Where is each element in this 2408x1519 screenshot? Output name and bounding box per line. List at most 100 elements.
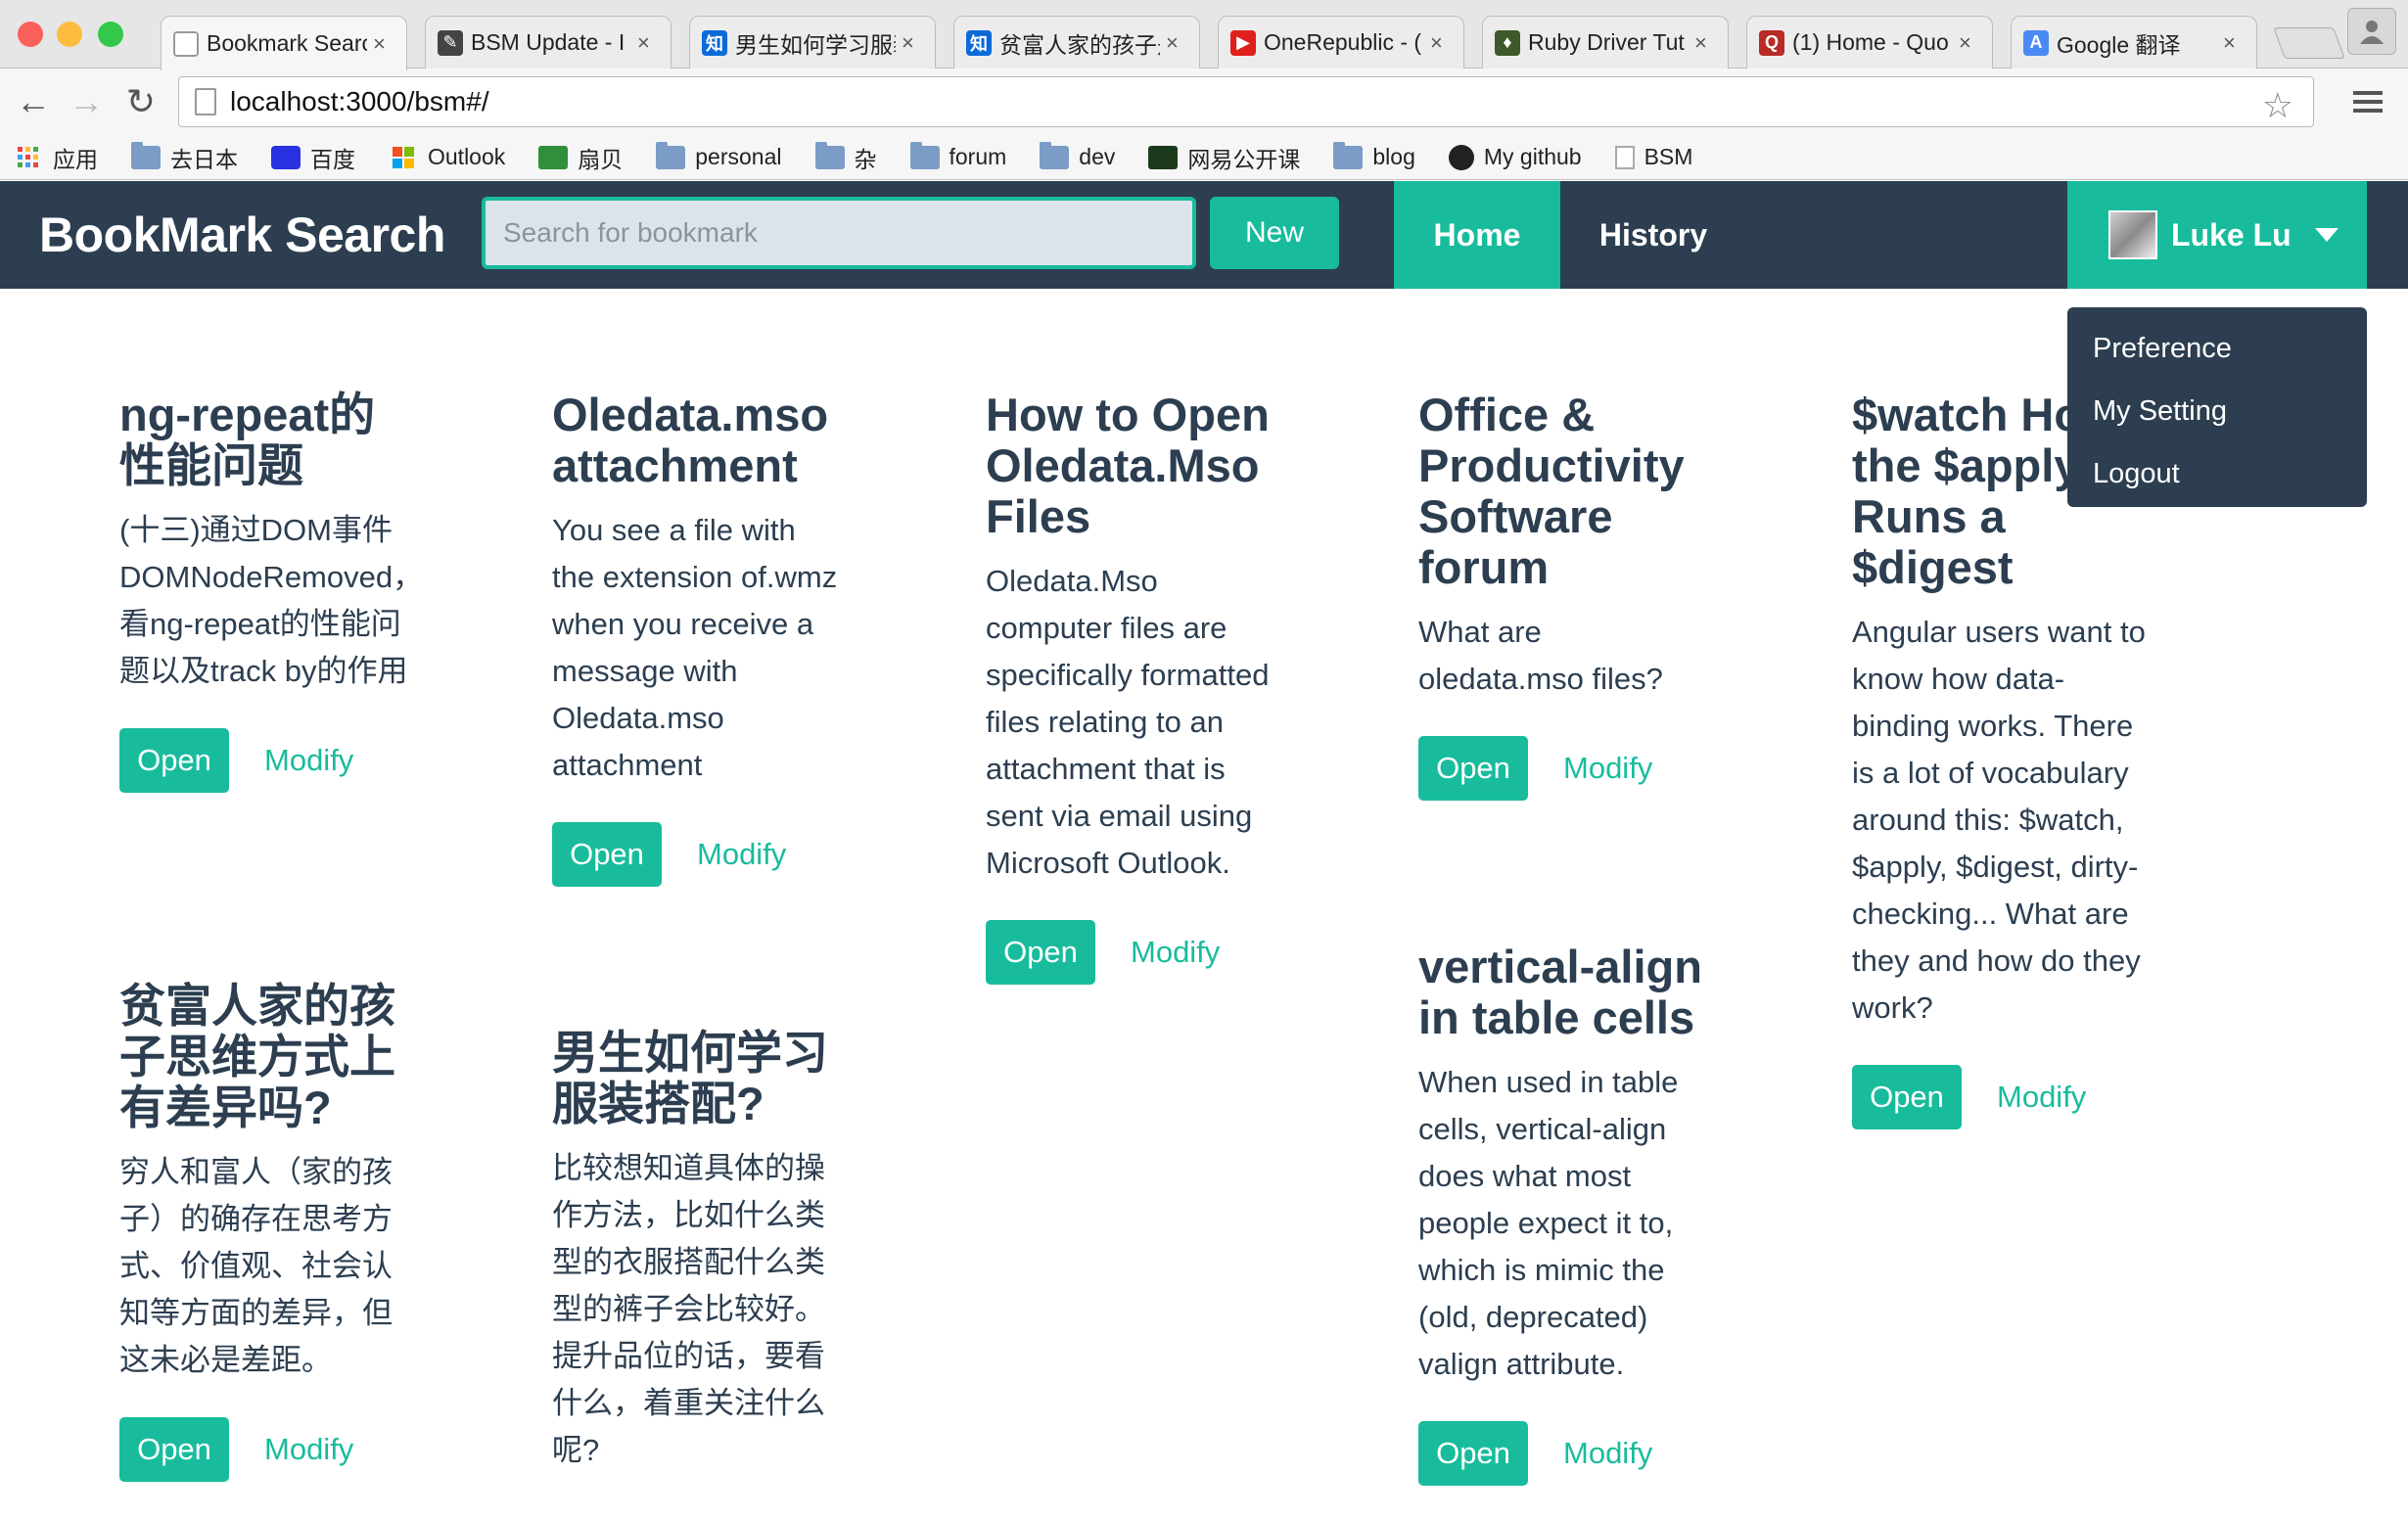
modify-link[interactable]: Modify [1563,1436,1652,1471]
menu-item-logout[interactable]: Logout [2067,442,2367,505]
nav-history[interactable]: History [1560,181,1746,289]
bookmark-outlook[interactable]: Outlook [389,144,505,170]
forward-arrow-icon[interactable]: → [67,81,106,121]
browser-tab-quora[interactable]: Q (1) Home - Quo × [1746,16,1993,69]
tab-close-icon[interactable]: × [902,30,923,56]
card-description: You see a file with the extension of.wmz… [552,513,838,782]
card-description: What are oledata.mso files? [1418,615,1663,696]
zhihu-icon: 知 [702,29,727,56]
bookmark-github[interactable]: My github [1448,144,1582,170]
bookmark-baidu[interactable]: 百度 [271,141,355,174]
modify-link[interactable]: Modify [1131,935,1220,970]
browser-menu-icon[interactable] [2353,86,2383,115]
open-button[interactable]: Open [119,1417,229,1482]
tab-title: Google 翻译 [2057,31,2181,58]
caret-down-icon [2314,228,2339,242]
youtube-icon: ▶ [1230,29,1256,56]
bookmark-netease[interactable]: 网易公开课 [1148,141,1300,174]
open-button[interactable]: Open [1418,736,1528,801]
browser-tab-youtube[interactable]: ▶ OneRepublic - ( × [1218,16,1464,69]
user-dropdown-menu: Preference My Setting Logout [2067,307,2367,507]
bookmark-card: How to Open Oledata.Mso Files Oledata.Ms… [986,390,1279,985]
tab-close-icon[interactable]: × [1430,30,1452,56]
card-title: ng-repeat的性能问题 [119,389,376,491]
new-tab-button[interactable] [2273,27,2345,59]
modify-link[interactable]: Modify [1997,1080,2086,1115]
open-button[interactable]: Open [552,822,662,887]
back-arrow-icon[interactable]: ← [14,81,53,121]
browser-tab-bsm-update[interactable]: ✎ BSM Update - I × [425,16,671,69]
bookmark-label: forum [949,144,1007,169]
bookmark-label: Outlook [428,144,506,169]
bookmark-folder-personal[interactable]: personal [656,141,782,170]
bookmark-star-icon[interactable]: ☆ [2262,85,2293,126]
reload-icon[interactable]: ↻ [121,81,161,121]
bookmark-label: My github [1483,144,1582,169]
person-icon [2360,21,2384,44]
card-title: Office & Productivity Software forum [1418,389,1685,593]
address-bar[interactable]: localhost:3000/bsm#/ ☆ [178,76,2314,127]
bookmark-label: 杂 [854,146,877,172]
browser-tab-bookmark-search[interactable]: Bookmark Search × [161,16,407,70]
bookmark-folder-dev[interactable]: dev [1040,141,1116,170]
folder-icon [1333,141,1364,169]
bookmark-folder-blog[interactable]: blog [1333,141,1415,170]
bookmark-label: 去日本 [170,146,238,172]
github-icon [1448,144,1474,170]
new-bookmark-button[interactable]: New [1210,197,1339,269]
bookmark-label: dev [1079,144,1116,169]
tab-close-icon[interactable]: × [2223,30,2245,56]
browser-toolbar: ← → ↻ localhost:3000/bsm#/ ☆ [0,69,2408,135]
tab-close-icon[interactable]: × [637,30,659,56]
bookmark-bsm[interactable]: BSM [1614,144,1692,170]
card-description: (十三)通过DOM事件DOMNodeRemoved，看ng-repeat的性能问… [119,513,424,688]
open-button[interactable]: Open [119,728,229,793]
browser-tab-zhihu-2[interactable]: 知 贫富人家的孩子是 × [953,16,1200,69]
tab-close-icon[interactable]: × [1166,30,1187,56]
page-icon [1614,145,1635,169]
browser-profile-button[interactable] [2347,8,2396,55]
close-window-button[interactable] [18,22,43,47]
modify-link[interactable]: Modify [264,743,353,778]
modify-link[interactable]: Modify [697,837,786,872]
search-input[interactable] [482,197,1196,269]
tab-close-icon[interactable]: × [373,31,394,57]
browser-tab-google-translate[interactable]: A Google 翻译 × [2011,16,2257,69]
nav-home[interactable]: Home [1394,181,1560,289]
menu-item-my-setting[interactable]: My Setting [2067,380,2367,442]
open-button[interactable]: Open [986,920,1095,985]
open-button[interactable]: Open [1852,1065,1962,1129]
bookmark-label: blog [1372,144,1415,169]
folder-icon [909,141,940,169]
bookmark-folder-japan[interactable]: 去日本 [131,141,238,174]
card-description: When used in table cells, vertical-align… [1418,1065,1679,1381]
bookmark-apps[interactable]: 应用 [14,141,98,174]
card-title: How to Open Oledata.Mso Files [986,389,1270,542]
browser-tab-zhihu-1[interactable]: 知 男生如何学习服装 × [689,16,936,69]
tab-title: (1) Home - Quo [1792,29,1949,55]
menu-item-preference[interactable]: Preference [2067,317,2367,380]
netease-icon [1148,145,1179,169]
bookmark-shanbay[interactable]: 扇贝 [538,141,623,174]
apps-icon [18,146,38,167]
tab-close-icon[interactable]: × [1959,30,1980,56]
tab-title: 贫富人家的孩子是 [999,31,1160,58]
bookmark-label: 百度 [310,146,355,172]
maximize-window-button[interactable] [98,22,123,47]
address-url[interactable]: localhost:3000/bsm#/ [230,86,489,117]
bookmark-folder-forum[interactable]: forum [909,141,1007,170]
brand-logo[interactable]: BookMark Search [39,207,445,263]
bookmark-card: 贫富人家的孩子思维方式上有差异吗? 穷人和富人（家的孩子）的确存在思考方式、价值… [119,981,413,1482]
shanbay-icon [538,145,569,169]
bookmark-folder-misc[interactable]: 杂 [814,141,877,174]
open-button[interactable]: Open [1418,1421,1528,1486]
zhihu-icon: 知 [966,29,992,56]
user-menu-toggle[interactable]: Luke Lu [2067,181,2367,289]
minimize-window-button[interactable] [57,22,82,47]
browser-tab-ruby-driver[interactable]: ♦ Ruby Driver Tut × [1482,16,1729,69]
modify-link[interactable]: Modify [1563,751,1652,786]
tab-close-icon[interactable]: × [1694,30,1716,56]
quora-icon: Q [1759,29,1784,56]
modify-link[interactable]: Modify [264,1432,353,1467]
user-name: Luke Lu [2171,216,2292,253]
